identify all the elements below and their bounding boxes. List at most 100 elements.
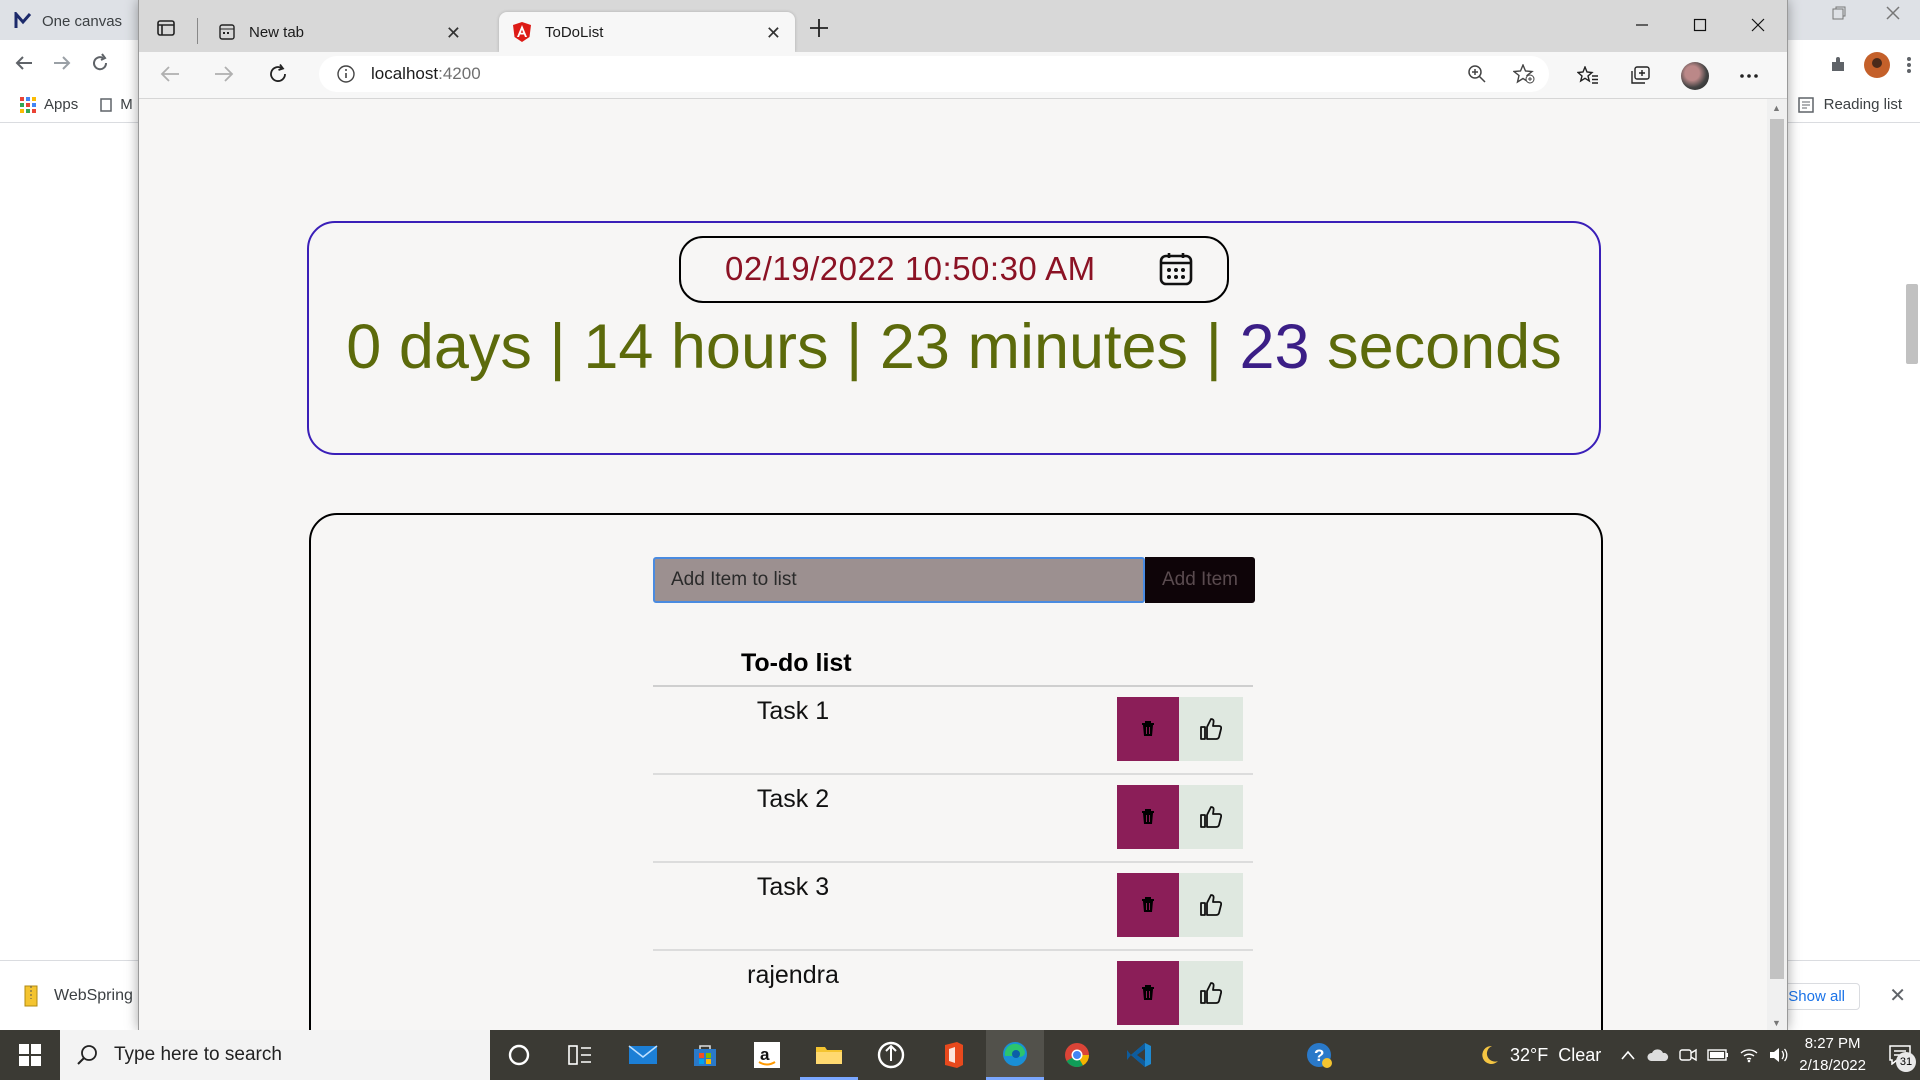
edge-browser-window: New tab ✕ ToDoList ✕ localhost:4200 02/1… <box>138 0 1788 1030</box>
taskbar-clock[interactable]: 8:27 PM 2/18/2022 <box>1799 1033 1866 1077</box>
download-item[interactable]: WebSpring <box>24 985 133 1007</box>
back-arrow-icon[interactable] <box>14 53 34 73</box>
complete-task-button[interactable] <box>1179 961 1243 1025</box>
page-viewport: 02/19/2022 10:50:30 AM 0 days | 14 hours… <box>139 99 1767 1030</box>
url-text[interactable]: localhost:4200 <box>371 64 481 84</box>
background-scroll-thumb[interactable] <box>1906 284 1918 364</box>
delete-task-button[interactable] <box>1117 697 1179 761</box>
add-item-button[interactable]: Add Item <box>1145 557 1255 603</box>
tab-new-tab[interactable]: New tab ✕ <box>205 12 475 52</box>
action-center-button[interactable]: 31 <box>1880 1030 1920 1080</box>
volume-icon[interactable] <box>1769 1047 1789 1063</box>
task-label: rajendra <box>747 961 839 989</box>
minimize-icon[interactable] <box>1613 18 1671 32</box>
scroll-up-arrow-icon[interactable]: ▲ <box>1772 103 1781 113</box>
calendar-icon[interactable] <box>1159 252 1193 286</box>
page-bookmark-icon <box>100 97 112 112</box>
background-nav <box>14 53 110 73</box>
close-tab-icon[interactable]: ✕ <box>446 23 461 44</box>
page-scrollbar[interactable]: ▲ ▼ <box>1767 99 1787 1030</box>
vscode-icon[interactable] <box>1110 1030 1168 1080</box>
weather-temperature: 32°F <box>1510 1044 1549 1065</box>
delete-task-button[interactable] <box>1117 961 1179 1025</box>
collections-icon[interactable] <box>1629 66 1651 86</box>
file-explorer-icon[interactable] <box>800 1030 858 1080</box>
microsoft-store-icon[interactable] <box>676 1030 734 1080</box>
close-tab-icon[interactable]: ✕ <box>766 23 781 44</box>
download-file-name: WebSpring <box>54 987 133 1004</box>
onedrive-icon[interactable] <box>1647 1048 1669 1062</box>
complete-task-button[interactable] <box>1179 697 1243 761</box>
restore-icon[interactable] <box>1832 6 1846 20</box>
puzzle-extension-icon[interactable] <box>1828 55 1848 75</box>
settings-more-icon[interactable] <box>1739 73 1759 79</box>
background-tab[interactable]: One canvas <box>14 6 122 36</box>
show-hidden-icons-chevron-icon[interactable] <box>1621 1050 1635 1060</box>
maximize-icon[interactable] <box>1671 18 1729 32</box>
complete-task-button[interactable] <box>1179 785 1243 849</box>
back-arrow-icon[interactable] <box>159 63 181 85</box>
background-scrollbar[interactable] <box>1902 124 1920 954</box>
amazon-icon[interactable]: a <box>738 1030 796 1080</box>
tab-title-new-tab: New tab <box>249 23 305 41</box>
add-favorite-icon[interactable] <box>1513 64 1535 84</box>
taskbar-search-box[interactable]: Type here to search <box>60 1030 490 1080</box>
close-download-bar-icon[interactable]: ✕ <box>1889 983 1906 1008</box>
todo-row: rajendra <box>653 951 1253 1030</box>
tab-todolist[interactable]: ToDoList ✕ <box>499 12 795 52</box>
profile-avatar-icon[interactable] <box>1864 52 1890 78</box>
tab-title-todolist: ToDoList <box>545 23 604 41</box>
url-host: localhost <box>371 64 439 83</box>
search-placeholder: Type here to search <box>114 1044 282 1065</box>
meet-now-icon[interactable] <box>1679 1046 1697 1064</box>
page-scroll-thumb[interactable] <box>1770 119 1784 979</box>
site-info-icon[interactable] <box>337 65 355 83</box>
favorites-icon[interactable] <box>1577 66 1599 86</box>
refresh-icon[interactable] <box>267 63 289 85</box>
weather-widget[interactable]: 32°F Clear <box>1478 1044 1601 1066</box>
todo-row: Task 1 <box>653 687 1253 775</box>
close-icon[interactable] <box>1886 6 1900 20</box>
wifi-icon[interactable] <box>1739 1047 1759 1063</box>
edge-toolbar: localhost:4200 <box>139 52 1787 99</box>
todo-row: Task 2 <box>653 775 1253 863</box>
add-item-input[interactable] <box>653 557 1145 603</box>
battery-icon[interactable] <box>1707 1048 1729 1062</box>
help-icon[interactable]: ? <box>1290 1030 1348 1080</box>
forward-arrow-icon[interactable] <box>52 53 72 73</box>
thumbs-up-icon <box>1200 806 1222 828</box>
more-menu-icon[interactable] <box>1906 55 1912 75</box>
chrome-icon[interactable] <box>1048 1030 1106 1080</box>
thumbs-up-icon <box>1200 982 1222 1004</box>
reading-list-button[interactable]: Reading list <box>1797 96 1902 113</box>
complete-task-button[interactable] <box>1179 873 1243 937</box>
cortana-icon[interactable] <box>490 1030 548 1080</box>
trash-icon <box>1141 809 1155 825</box>
tab-actions-icon[interactable] <box>157 19 175 37</box>
forward-arrow-icon[interactable] <box>213 63 235 85</box>
edge-browser-icon[interactable] <box>986 1030 1044 1080</box>
start-button[interactable] <box>0 1030 60 1080</box>
notification-count-badge: 31 <box>1896 1052 1916 1072</box>
edge-window-controls <box>1613 0 1787 50</box>
office-icon[interactable] <box>924 1030 982 1080</box>
mail-icon[interactable] <box>614 1030 672 1080</box>
tab-separator <box>197 18 198 44</box>
weather-description: Clear <box>1558 1044 1602 1065</box>
thumbs-up-icon <box>1200 894 1222 916</box>
close-window-icon[interactable] <box>1729 18 1787 32</box>
edge-toolbar-actions <box>1577 62 1759 90</box>
datetime-value[interactable]: 02/19/2022 10:50:30 AM <box>725 250 1096 288</box>
scroll-down-arrow-icon[interactable]: ▼ <box>1772 1018 1781 1028</box>
reload-icon[interactable] <box>90 53 110 73</box>
datetime-picker[interactable]: 02/19/2022 10:50:30 AM <box>679 236 1229 303</box>
profile-avatar[interactable] <box>1681 62 1709 90</box>
new-tab-plus-icon[interactable] <box>809 18 829 38</box>
zoom-icon[interactable] <box>1467 64 1487 84</box>
task-view-icon[interactable] <box>551 1030 609 1080</box>
delete-task-button[interactable] <box>1117 873 1179 937</box>
app-circle-icon[interactable] <box>862 1030 920 1080</box>
delete-task-button[interactable] <box>1117 785 1179 849</box>
apps-bookmark[interactable]: Apps M <box>20 96 133 113</box>
address-bar[interactable]: localhost:4200 <box>319 56 1549 92</box>
